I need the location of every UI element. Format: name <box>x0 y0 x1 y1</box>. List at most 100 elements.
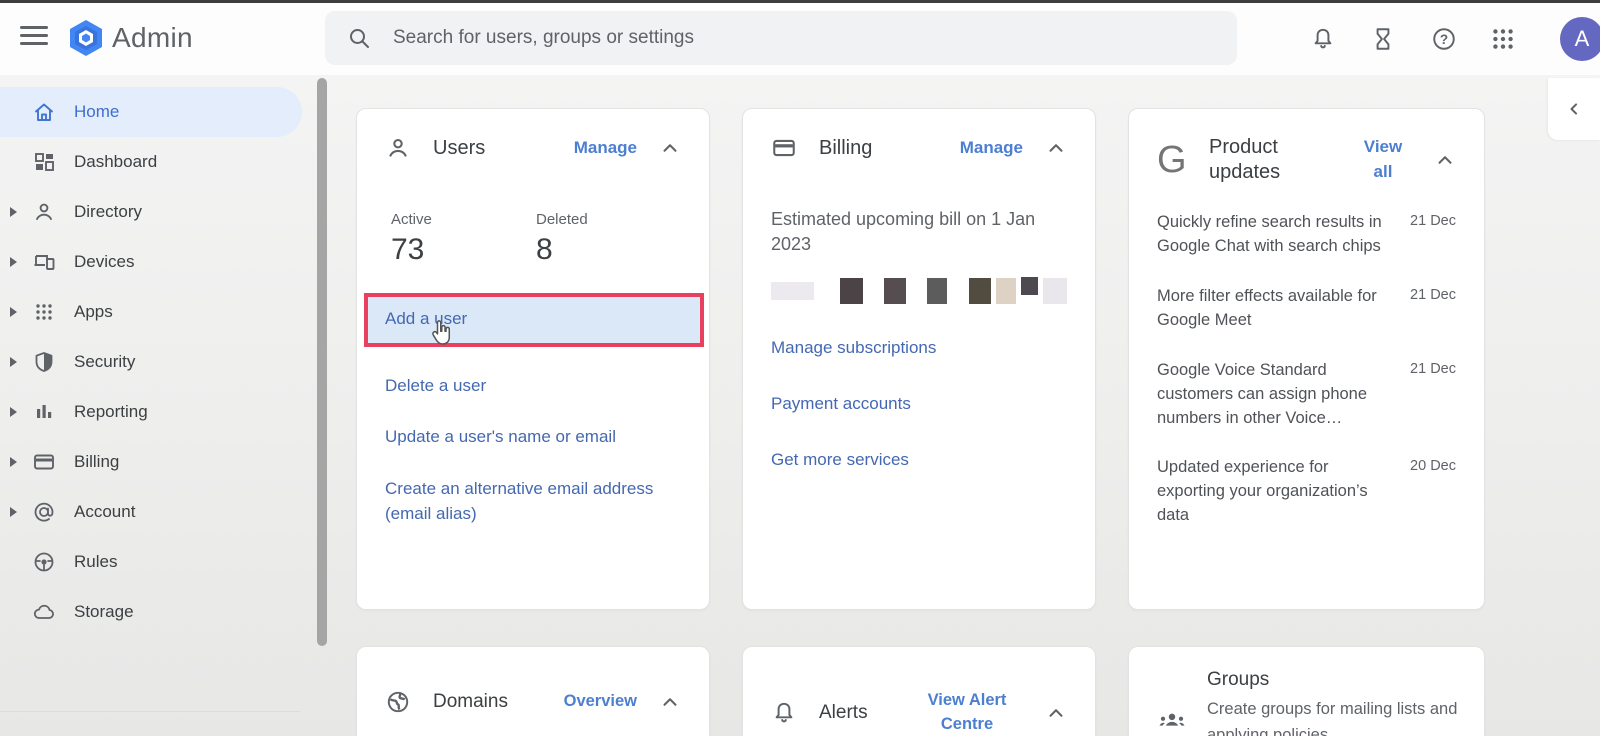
list-item[interactable]: Google Voice Standard customers can assi… <box>1157 359 1456 431</box>
at-sign-icon <box>32 500 56 524</box>
sidebar-item-label: Devices <box>0 252 134 272</box>
list-item[interactable]: Quickly refine search results in Google … <box>1157 211 1456 259</box>
person-icon <box>32 200 56 224</box>
google-g-icon: G <box>1157 141 1187 179</box>
home-icon <box>32 100 56 124</box>
groups-icon <box>1157 705 1187 735</box>
alerts-card-header: Alerts View Alert Centre <box>771 689 1067 736</box>
credit-card-icon <box>771 135 797 161</box>
domains-card-header: Domains Overview <box>385 689 681 715</box>
expand-arrow-icon[interactable] <box>10 307 17 317</box>
svg-text:?: ? <box>1440 32 1448 47</box>
view-alert-centre-link[interactable]: View Alert Centre <box>911 689 1023 736</box>
sidebar-item-storage[interactable]: Storage <box>0 587 316 637</box>
update-date: 21 Dec <box>1410 211 1456 259</box>
chevron-up-icon[interactable] <box>1045 137 1067 159</box>
product-updates-header: G Product updates View all <box>1157 135 1456 185</box>
expand-arrow-icon[interactable] <box>10 407 17 417</box>
sidebar-item-label: Billing <box>0 452 119 472</box>
sidebar-item-dashboard[interactable]: Dashboard <box>0 137 316 187</box>
sidebar-scrollbar[interactable] <box>317 78 327 646</box>
apps-grid-icon[interactable] <box>1490 26 1516 52</box>
email-alias-link[interactable]: Create an alternative email address (ema… <box>385 477 685 526</box>
sidebar-item-account[interactable]: Account <box>0 487 316 537</box>
sidebar-item-label: Storage <box>0 602 134 622</box>
search-bar[interactable] <box>325 11 1237 65</box>
groups-text: Groups Create groups for mailing lists a… <box>1207 669 1462 736</box>
chevron-up-icon[interactable] <box>659 691 681 713</box>
users-manage-link[interactable]: Manage <box>574 136 637 161</box>
person-icon <box>385 135 411 161</box>
delete-a-user-link[interactable]: Delete a user <box>385 374 685 399</box>
product-updates-card: G Product updates View all Quickly refin… <box>1128 108 1485 610</box>
chevron-left-icon <box>1564 99 1584 119</box>
expand-arrow-icon[interactable] <box>10 207 17 217</box>
sidebar-item-directory[interactable]: Directory <box>0 187 316 237</box>
sidebar-item-label: Directory <box>0 202 142 222</box>
sidebar-item-billing[interactable]: Billing <box>0 437 316 487</box>
help-icon[interactable]: ? <box>1431 26 1457 52</box>
bell-icon <box>771 700 797 726</box>
list-item[interactable]: More filter effects available for Google… <box>1157 285 1456 333</box>
search-input[interactable] <box>393 27 1213 49</box>
bar-chart-icon <box>32 400 56 424</box>
payment-accounts-link[interactable]: Payment accounts <box>771 392 1067 417</box>
redacted-amount <box>771 277 1067 305</box>
steering-wheel-icon <box>32 550 56 574</box>
update-user-link[interactable]: Update a user's name or email <box>385 425 685 450</box>
sidebar-divider <box>0 711 300 712</box>
card-title: Billing <box>819 136 872 161</box>
users-stats: Active 73 Deleted 8 <box>385 211 681 267</box>
list-item[interactable]: Updated experience for exporting your or… <box>1157 456 1456 528</box>
view-all-link[interactable]: View all <box>1354 135 1412 184</box>
sidebar-item-label: Home <box>0 102 119 122</box>
groups-card: Groups Create groups for mailing lists a… <box>1128 646 1485 736</box>
alerts-card: Alerts View Alert Centre <box>742 646 1096 736</box>
sidebar-item-label: Security <box>0 352 135 372</box>
collapse-panel-button[interactable] <box>1548 78 1600 140</box>
globe-icon <box>385 689 411 715</box>
sidebar-item-home[interactable]: Home <box>0 87 302 137</box>
sidebar-item-apps[interactable]: Apps <box>0 287 316 337</box>
tasks-hourglass-icon[interactable] <box>1370 26 1396 52</box>
chevron-up-icon[interactable] <box>1045 702 1067 724</box>
notifications-bell-icon[interactable] <box>1310 26 1336 52</box>
users-card-header: Users Manage <box>385 135 681 161</box>
expand-arrow-icon[interactable] <box>10 457 17 467</box>
window-top-edge <box>0 0 1600 3</box>
avatar[interactable]: A <box>1560 17 1600 61</box>
active-users-stat: Active 73 <box>391 211 536 267</box>
chevron-up-icon[interactable] <box>659 137 681 159</box>
expand-arrow-icon[interactable] <box>10 257 17 267</box>
search-icon <box>347 26 371 50</box>
card-title: Domains <box>433 690 508 714</box>
sidebar-item-rules[interactable]: Rules <box>0 537 316 587</box>
domains-overview-link[interactable]: Overview <box>564 690 637 714</box>
update-text: More filter effects available for Google… <box>1157 285 1400 333</box>
expand-arrow-icon[interactable] <box>10 357 17 367</box>
dashboard-cards: Users Manage Active 73 Deleted 8 Add a u… <box>356 108 1485 736</box>
update-text: Quickly refine search results in Google … <box>1157 211 1400 259</box>
users-card: Users Manage Active 73 Deleted 8 Add a u… <box>356 108 710 610</box>
manage-subscriptions-link[interactable]: Manage subscriptions <box>771 336 1067 361</box>
expand-arrow-icon[interactable] <box>10 507 17 517</box>
sidebar-item-devices[interactable]: Devices <box>0 237 316 287</box>
apps-icon <box>32 300 56 324</box>
card-title: Groups <box>1207 669 1462 691</box>
sidebar-item-reporting[interactable]: Reporting <box>0 387 316 437</box>
sidebar-item-label: Reporting <box>0 402 148 422</box>
chevron-up-icon[interactable] <box>1434 149 1456 171</box>
billing-card-header: Billing Manage <box>771 135 1067 161</box>
users-quick-links: Delete a user Update a user's name or em… <box>385 374 681 527</box>
main-menu-icon[interactable] <box>20 26 48 48</box>
add-a-user-link[interactable]: Add a user <box>385 307 692 332</box>
app-title: Admin <box>112 22 193 54</box>
deleted-users-stat: Deleted 8 <box>536 211 681 267</box>
billing-quick-links: Manage subscriptions Payment accounts Ge… <box>771 336 1067 472</box>
domains-card: Domains Overview <box>356 646 710 736</box>
update-date: 20 Dec <box>1410 456 1456 528</box>
cloud-icon <box>32 600 56 624</box>
get-more-services-link[interactable]: Get more services <box>771 448 1067 473</box>
sidebar-item-security[interactable]: Security <box>0 337 316 387</box>
billing-manage-link[interactable]: Manage <box>960 136 1023 161</box>
